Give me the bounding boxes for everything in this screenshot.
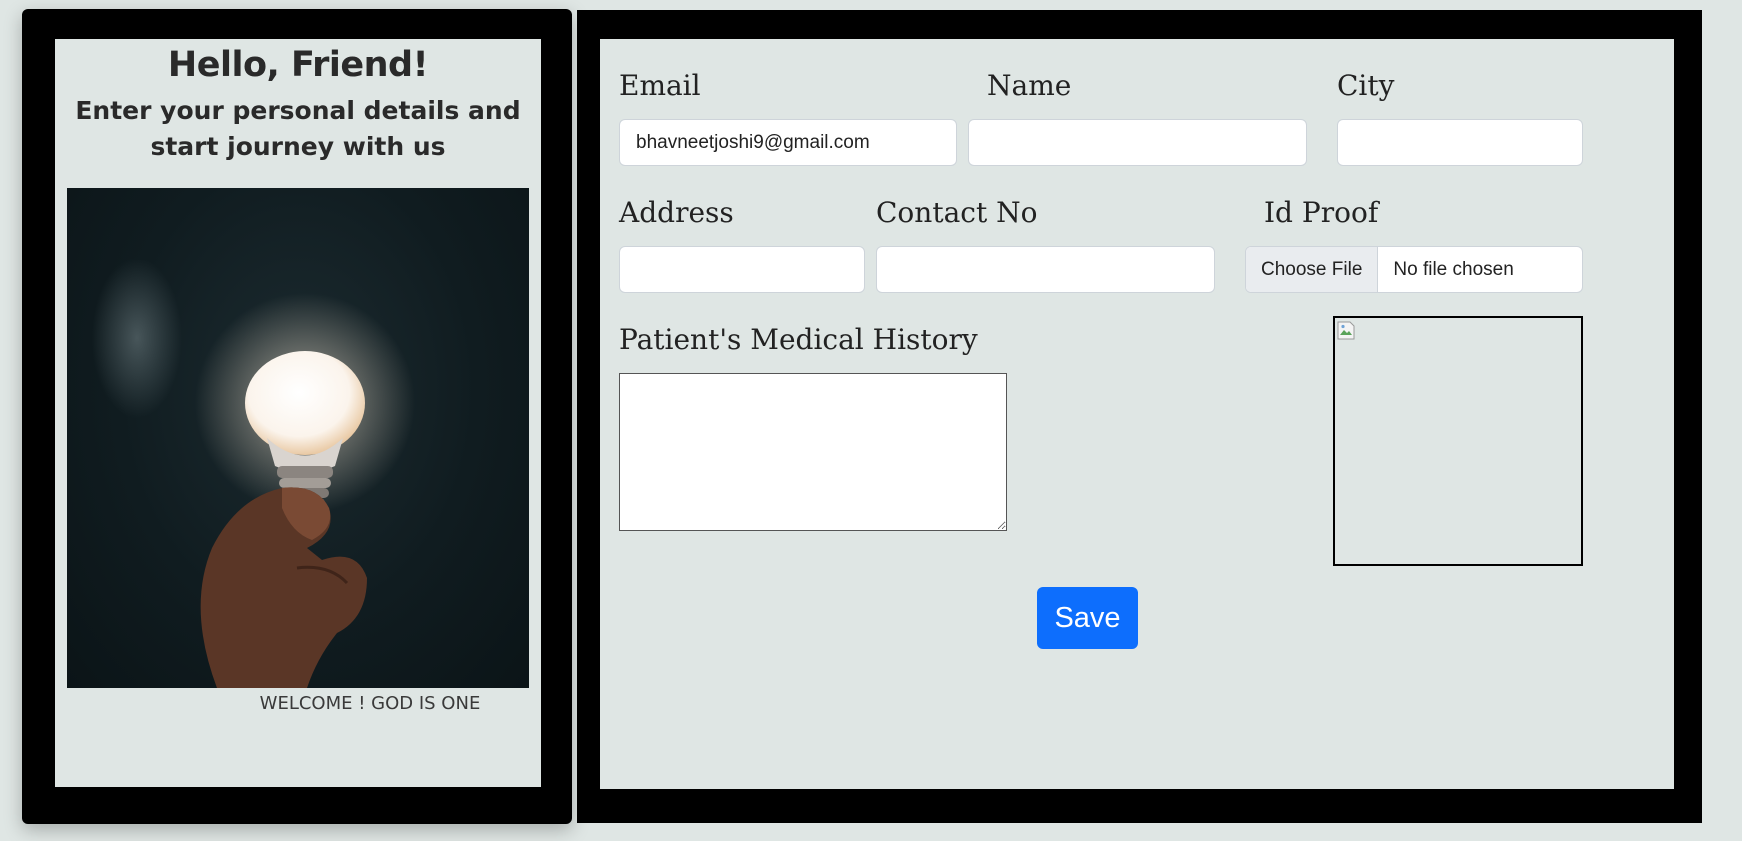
welcome-subtitle: Enter your personal details and start jo… bbox=[75, 96, 521, 161]
welcome-card: Hello, Friend! Enter your personal detai… bbox=[22, 9, 572, 824]
choose-file-button[interactable]: Choose File bbox=[1246, 247, 1379, 292]
name-label: Name bbox=[987, 69, 1072, 102]
address-field[interactable] bbox=[619, 246, 865, 293]
address-label: Address bbox=[619, 196, 734, 229]
id-proof-label: Id Proof bbox=[1264, 196, 1379, 229]
broken-image-icon bbox=[1337, 321, 1355, 340]
contact-no-field[interactable] bbox=[876, 246, 1215, 293]
welcome-footer: WELCOME ! GOD IS ONE bbox=[259, 693, 481, 714]
email-label: Email bbox=[619, 69, 701, 102]
name-field[interactable] bbox=[968, 119, 1307, 166]
light-bulb-illustration bbox=[92, 258, 415, 688]
file-status: No file chosen bbox=[1393, 258, 1514, 280]
city-field[interactable] bbox=[1337, 119, 1583, 166]
id-proof-file-input[interactable]: Choose File No file chosen bbox=[1245, 246, 1583, 293]
save-button[interactable]: Save bbox=[1037, 587, 1138, 649]
city-label: City bbox=[1337, 69, 1395, 102]
welcome-panel: Hello, Friend! Enter your personal detai… bbox=[55, 39, 541, 787]
contact-no-label: Contact No bbox=[876, 196, 1038, 229]
registration-form: Email Name City Address Contact No Id Pr… bbox=[600, 39, 1674, 789]
light-bulb-photo bbox=[67, 188, 529, 688]
registration-form-frame: Email Name City Address Contact No Id Pr… bbox=[577, 10, 1702, 823]
welcome-heading: Hello, Friend! bbox=[167, 45, 429, 85]
medical-history-label: Patient's Medical History bbox=[619, 323, 978, 356]
email-field[interactable] bbox=[619, 119, 957, 166]
medical-history-textarea[interactable] bbox=[619, 373, 1007, 531]
id-proof-preview bbox=[1333, 316, 1583, 566]
